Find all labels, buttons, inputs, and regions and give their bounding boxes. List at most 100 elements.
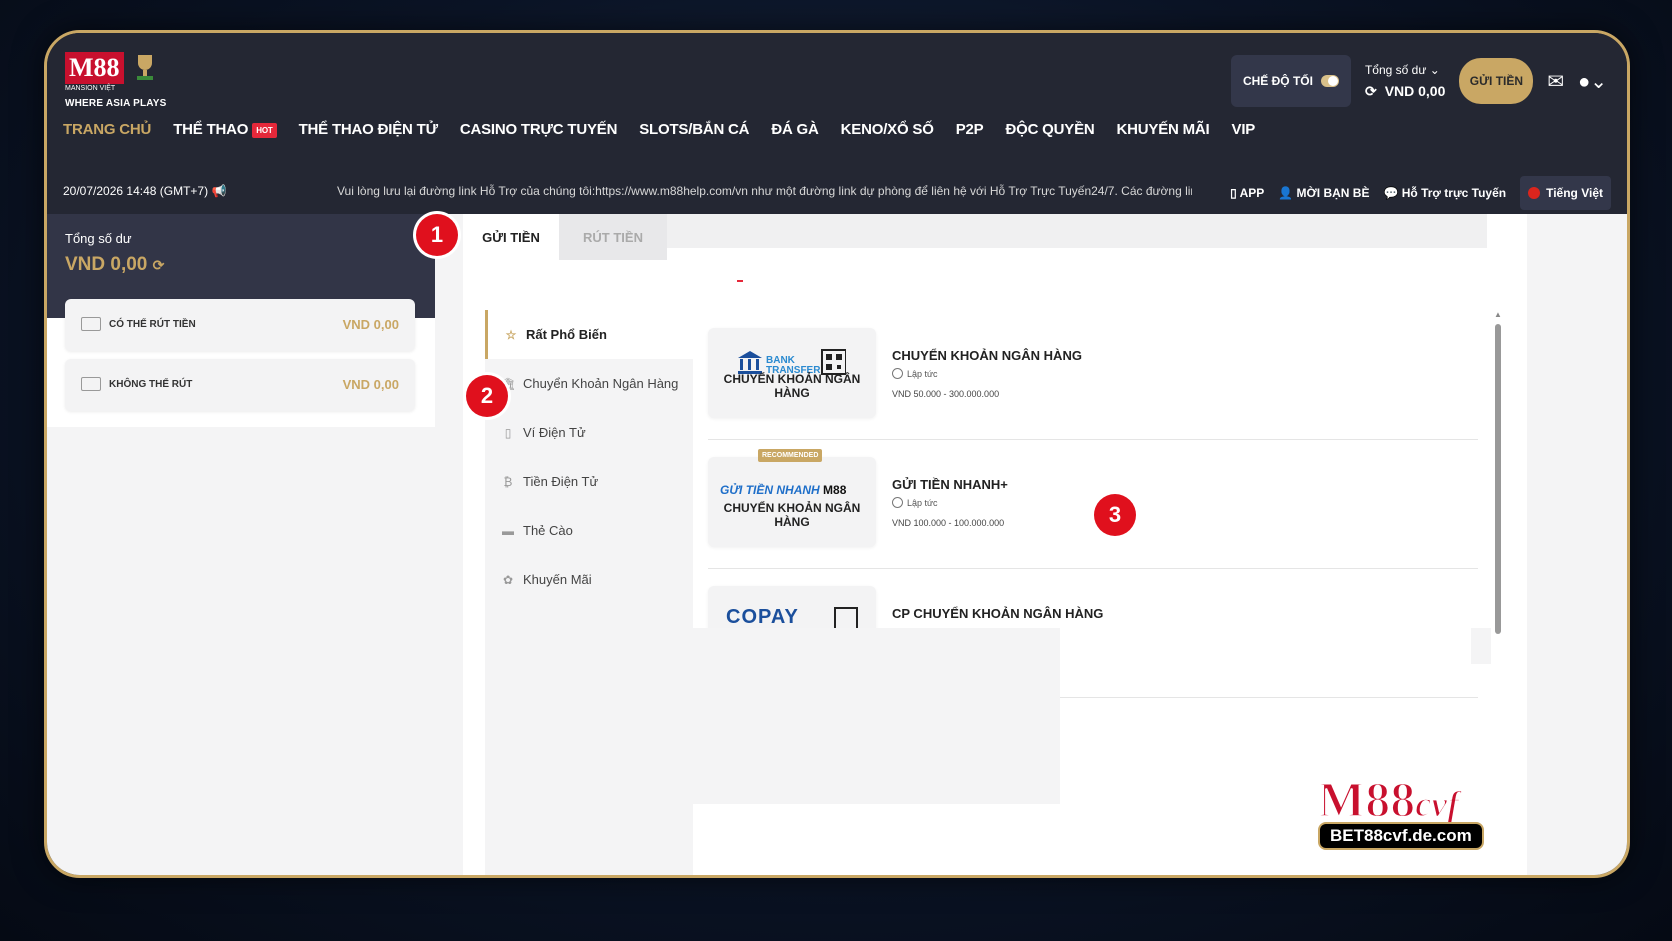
invite-label: MỜI BẠN BÈ (1296, 186, 1370, 200)
card-icon: ▬ (502, 523, 514, 538)
trophy-icon (136, 55, 153, 80)
method-range: VND 50.000 - 300.000.000 (892, 389, 1000, 399)
withdrawable-label: CÓ THỂ RÚT TIỀN (109, 319, 196, 330)
site-logo[interactable]: M88 MANSION VIỆT WHERE ASIA PLAYS (65, 51, 185, 131)
nav-cockfight[interactable]: ĐÁ GÀ (771, 121, 819, 138)
category-label: Thẻ Cào (523, 523, 573, 538)
nav-exclusive[interactable]: ĐỘC QUYỀN (1005, 121, 1094, 138)
recommended-badge: RECOMMENDED (758, 449, 823, 462)
scrollbar-thumb[interactable] (1495, 324, 1501, 634)
category-promotions[interactable]: ✿ Khuyến Mãi (485, 555, 693, 604)
method-bank-transfer[interactable]: BANK TRANSFER CHUYỂN KHOẢN NGÂN HÀNG CHU… (708, 310, 1478, 440)
required-mark (737, 280, 743, 282)
app-link[interactable]: ▯ APP (1230, 186, 1264, 200)
category-scratch-card[interactable]: ▬ Thẻ Cào (485, 506, 693, 555)
category-popular[interactable]: ☆ Rất Phổ Biến (485, 310, 696, 359)
deposit-button[interactable]: GỬI TIỀN (1459, 58, 1534, 104)
overlay-fragment (1471, 628, 1491, 664)
method-title: CHUYỂN KHOẢN NGÂN HÀNG (892, 348, 1082, 363)
refresh-icon[interactable]: ⟳ (1365, 83, 1377, 100)
tab-strip (667, 214, 1487, 248)
total-balance-label: Tổng số dư (65, 231, 132, 246)
step-badge-1: 1 (416, 214, 458, 256)
header-balance[interactable]: Tổng số dư ⌄ ⟳ VND 0,00 (1365, 63, 1445, 100)
language-label: Tiếng Việt (1546, 186, 1603, 200)
header-actions: CHẾ ĐỘ TỐI Tổng số dư ⌄ ⟳ VND 0,00 GỬI TI… (1230, 55, 1607, 107)
nav-slots[interactable]: SLOTS/BẮN CÁ (639, 121, 749, 138)
star-icon: ☆ (505, 327, 517, 342)
language-selector[interactable]: Tiếng Việt (1520, 176, 1611, 210)
cash-icon (81, 377, 101, 391)
dark-mode-label: CHẾ ĐỘ TỐI (1242, 74, 1313, 88)
category-crypto[interactable]: ₿ Tiền Điện Tử (485, 457, 693, 506)
copay-logo: COPAY (726, 606, 799, 628)
watermark-logo: M88 cvf BET88cvf.de.com (1317, 770, 1540, 856)
nav-keno[interactable]: KENO/XỔ SỐ (841, 121, 934, 138)
nav-promotions[interactable]: KHUYẾN MÃI (1117, 121, 1210, 138)
non-withdrawable-label: KHÔNG THỂ RÚT (109, 379, 193, 390)
wallet-panel: Tổng số dư VND 0,00 ⟳ CÓ THỂ RÚT TIỀN VN… (47, 214, 435, 427)
method-speed: Lập tức (892, 368, 938, 379)
toggle-switch-icon[interactable] (1320, 75, 1339, 87)
category-label: Tiền Điện Tử (523, 474, 599, 489)
category-bank-transfer[interactable]: 🏛 Chuyển Khoản Ngân Hàng (485, 359, 693, 408)
non-withdrawable-card: KHÔNG THỂ RÚT VND 0,00 (65, 359, 415, 411)
megaphone-icon: 📢 (211, 184, 227, 198)
method-caption: CHUYỂN KHOẢN NGÂN HÀNG (723, 372, 861, 400)
chat-icon: 💬 (1383, 186, 1399, 200)
method-logo[interactable]: BANK TRANSFER CHUYỂN KHOẢN NGÂN HÀNG (708, 328, 876, 418)
scroll-up-icon[interactable]: ▲ (1494, 310, 1502, 319)
fast-deposit-logo: GỬI TIỀN NHANH M88 (720, 483, 846, 497)
bitcoin-icon: ₿ (503, 474, 513, 489)
watermark-url: BET88cvf.de.com (1318, 822, 1484, 850)
fast-deposit-text: GỬI TIỀN NHANH (720, 483, 820, 497)
phone-icon: ▯ (1230, 186, 1237, 200)
tab-deposit[interactable]: GỬI TIỀN (463, 214, 559, 260)
logo-brand: M88 (65, 52, 124, 84)
method-logo[interactable]: RECOMMENDED GỬI TIỀN NHANH M88 CHUYỂN KH… (708, 449, 876, 547)
nav-esports[interactable]: THỂ THAO ĐIỆN TỬ (299, 121, 438, 138)
logo-sub: MANSION VIỆT (65, 85, 116, 92)
main-nav: TRANG CHỦ THỂ THAO HOT THỂ THAO ĐIỆN TỬ C… (63, 121, 1255, 138)
dark-mode-toggle[interactable]: CHẾ ĐỘ TỐI (1230, 55, 1351, 107)
site-header: M88 MANSION VIỆT WHERE ASIA PLAYS CHẾ ĐỘ… (47, 33, 1627, 183)
nav-vip[interactable]: VIP (1232, 121, 1256, 138)
speed-label: Lập tức (907, 497, 938, 508)
support-label: Hỗ Trợ trực Tuyến (1401, 186, 1507, 200)
support-link[interactable]: 💬 Hỗ Trợ trực Tuyến (1383, 186, 1506, 200)
clock-icon (892, 497, 903, 508)
step-badge-3: 3 (1094, 494, 1136, 536)
vietnam-flag-icon (1528, 187, 1541, 199)
chevron-down-icon[interactable]: ⌄ (1430, 63, 1440, 77)
announcement-text: Vui lòng lưu lại đường link Hỗ Trợ của c… (337, 184, 1192, 198)
nav-home[interactable]: TRANG CHỦ (63, 121, 151, 138)
header-balance-value: VND 0,00 (1384, 83, 1446, 99)
withdrawable-card: CÓ THỂ RÚT TIỀN VND 0,00 (65, 299, 415, 351)
category-label: Ví Điện Tử (523, 425, 586, 440)
method-fast-deposit[interactable]: RECOMMENDED GỬI TIỀN NHANH M88 CHUYỂN KH… (708, 439, 1478, 569)
app-label: APP (1239, 186, 1265, 200)
method-list-scrollbar[interactable]: ▲ (1494, 310, 1502, 640)
browser-frame: M88 MANSION VIỆT WHERE ASIA PLAYS CHẾ ĐỘ… (44, 30, 1630, 878)
method-title: CP CHUYỂN KHOẢN NGÂN HÀNG (892, 606, 1104, 621)
nav-p2p[interactable]: P2P (956, 121, 984, 138)
nav-sports[interactable]: THỂ THAO HOT (173, 121, 277, 138)
mail-icon[interactable]: ✉ (1547, 69, 1564, 94)
total-balance-amount: VND 0,00 (65, 254, 148, 275)
watermark-suffix: cvf (1414, 783, 1460, 825)
method-range: VND 100.000 - 100.000.000 (892, 518, 1005, 528)
category-e-wallet[interactable]: ▯ Ví Điện Tử (485, 408, 693, 457)
datetime: 20/07/2026 14:48 (GMT+7) (63, 184, 209, 198)
refresh-icon[interactable]: ⟳ (153, 257, 165, 273)
category-label: Rất Phổ Biến (526, 327, 607, 342)
total-balance-value: VND 0,00 ⟳ (65, 254, 164, 276)
method-title: GỬI TIỀN NHANH+ (892, 477, 1008, 492)
clock-icon (892, 368, 903, 379)
tab-withdraw[interactable]: RÚT TIỀN (559, 214, 667, 260)
invite-link[interactable]: 👤 MỜI BẠN BÈ (1278, 186, 1369, 200)
nav-casino[interactable]: CASINO TRỰC TUYẾN (460, 121, 618, 138)
user-icon[interactable]: ●⌄ (1578, 69, 1607, 94)
non-withdrawable-value: VND 0,00 (342, 377, 399, 392)
people-icon: 👤 (1278, 186, 1294, 200)
gift-icon: ✿ (502, 572, 514, 587)
